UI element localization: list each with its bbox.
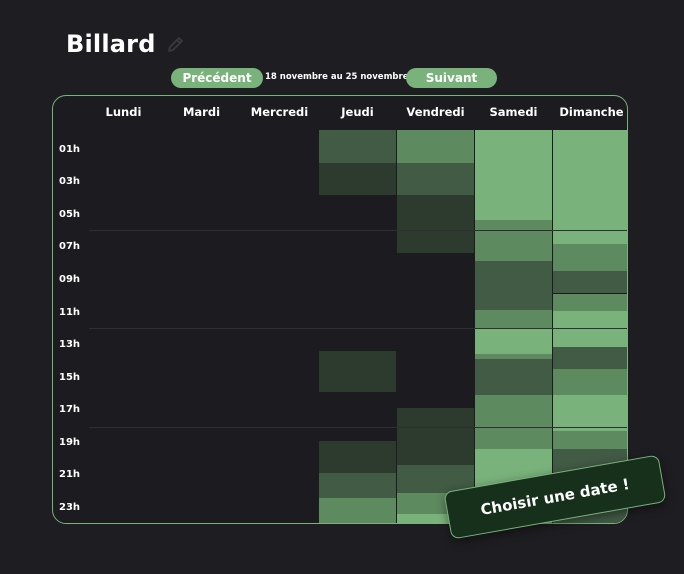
availability-cell[interactable] xyxy=(475,329,552,354)
day-header-sunday: Dimanche xyxy=(559,105,624,119)
hour-label: 11h xyxy=(59,307,81,318)
availability-cell[interactable] xyxy=(397,195,474,253)
hour-label: 15h xyxy=(59,372,81,383)
date-range-label: 18 novembre au 25 novembre xyxy=(265,72,409,82)
availability-cell[interactable] xyxy=(553,430,627,449)
availability-cell[interactable] xyxy=(475,219,552,261)
day-header-wednesday: Mercredi xyxy=(250,105,309,119)
availability-cell[interactable] xyxy=(553,244,627,271)
availability-cell[interactable] xyxy=(475,309,552,330)
availability-cell[interactable] xyxy=(553,130,627,245)
availability-cell[interactable] xyxy=(475,421,552,449)
hour-label: 23h xyxy=(59,502,81,513)
availability-cell[interactable] xyxy=(319,350,396,392)
next-week-button[interactable]: Suivant xyxy=(406,68,497,88)
availability-cell[interactable] xyxy=(475,358,552,395)
hour-label: 07h xyxy=(59,241,81,252)
availability-cell[interactable] xyxy=(397,130,474,163)
availability-cell[interactable] xyxy=(319,440,396,474)
availability-cell[interactable] xyxy=(397,407,474,433)
availability-cell[interactable] xyxy=(553,394,627,431)
availability-cell[interactable] xyxy=(475,130,552,220)
previous-week-button[interactable]: Précédent xyxy=(171,68,263,88)
hour-label: 09h xyxy=(59,274,81,285)
availability-cell[interactable] xyxy=(397,432,474,466)
grid-line xyxy=(89,328,627,329)
availability-cell[interactable] xyxy=(319,130,396,163)
hour-label: 13h xyxy=(59,339,81,350)
hour-label: 17h xyxy=(59,404,81,415)
availability-cell[interactable] xyxy=(319,162,396,196)
grid-line xyxy=(89,427,627,428)
hour-label: 03h xyxy=(59,176,81,187)
day-header-tuesday: Mardi xyxy=(182,105,221,119)
day-header-monday: Lundi xyxy=(105,105,142,119)
availability-cell[interactable] xyxy=(319,473,396,498)
pencil-icon[interactable] xyxy=(166,36,186,54)
day-header-saturday: Samedi xyxy=(489,105,538,119)
availability-cell[interactable] xyxy=(475,394,552,422)
day-header-thursday: Jeudi xyxy=(341,105,374,119)
day-header-friday: Vendredi xyxy=(406,105,465,119)
grid-line xyxy=(89,230,627,231)
availability-cell[interactable] xyxy=(319,497,396,523)
hour-label: 21h xyxy=(59,469,81,480)
availability-cell[interactable] xyxy=(553,368,627,395)
availability-cell[interactable] xyxy=(553,270,627,294)
hour-label: 19h xyxy=(59,437,81,448)
availability-cell[interactable] xyxy=(553,347,627,369)
availability-cell[interactable] xyxy=(397,162,474,196)
hour-label: 01h xyxy=(59,144,81,155)
availability-cell[interactable] xyxy=(475,353,552,359)
availability-cell[interactable] xyxy=(475,260,552,310)
hour-label: 05h xyxy=(59,209,81,220)
availability-calendar: Lundi Mardi Mercredi Jeudi Vendredi Same… xyxy=(52,95,628,524)
page-title: Billard xyxy=(66,30,156,58)
availability-cell[interactable] xyxy=(553,311,627,348)
availability-cell[interactable] xyxy=(553,293,627,312)
